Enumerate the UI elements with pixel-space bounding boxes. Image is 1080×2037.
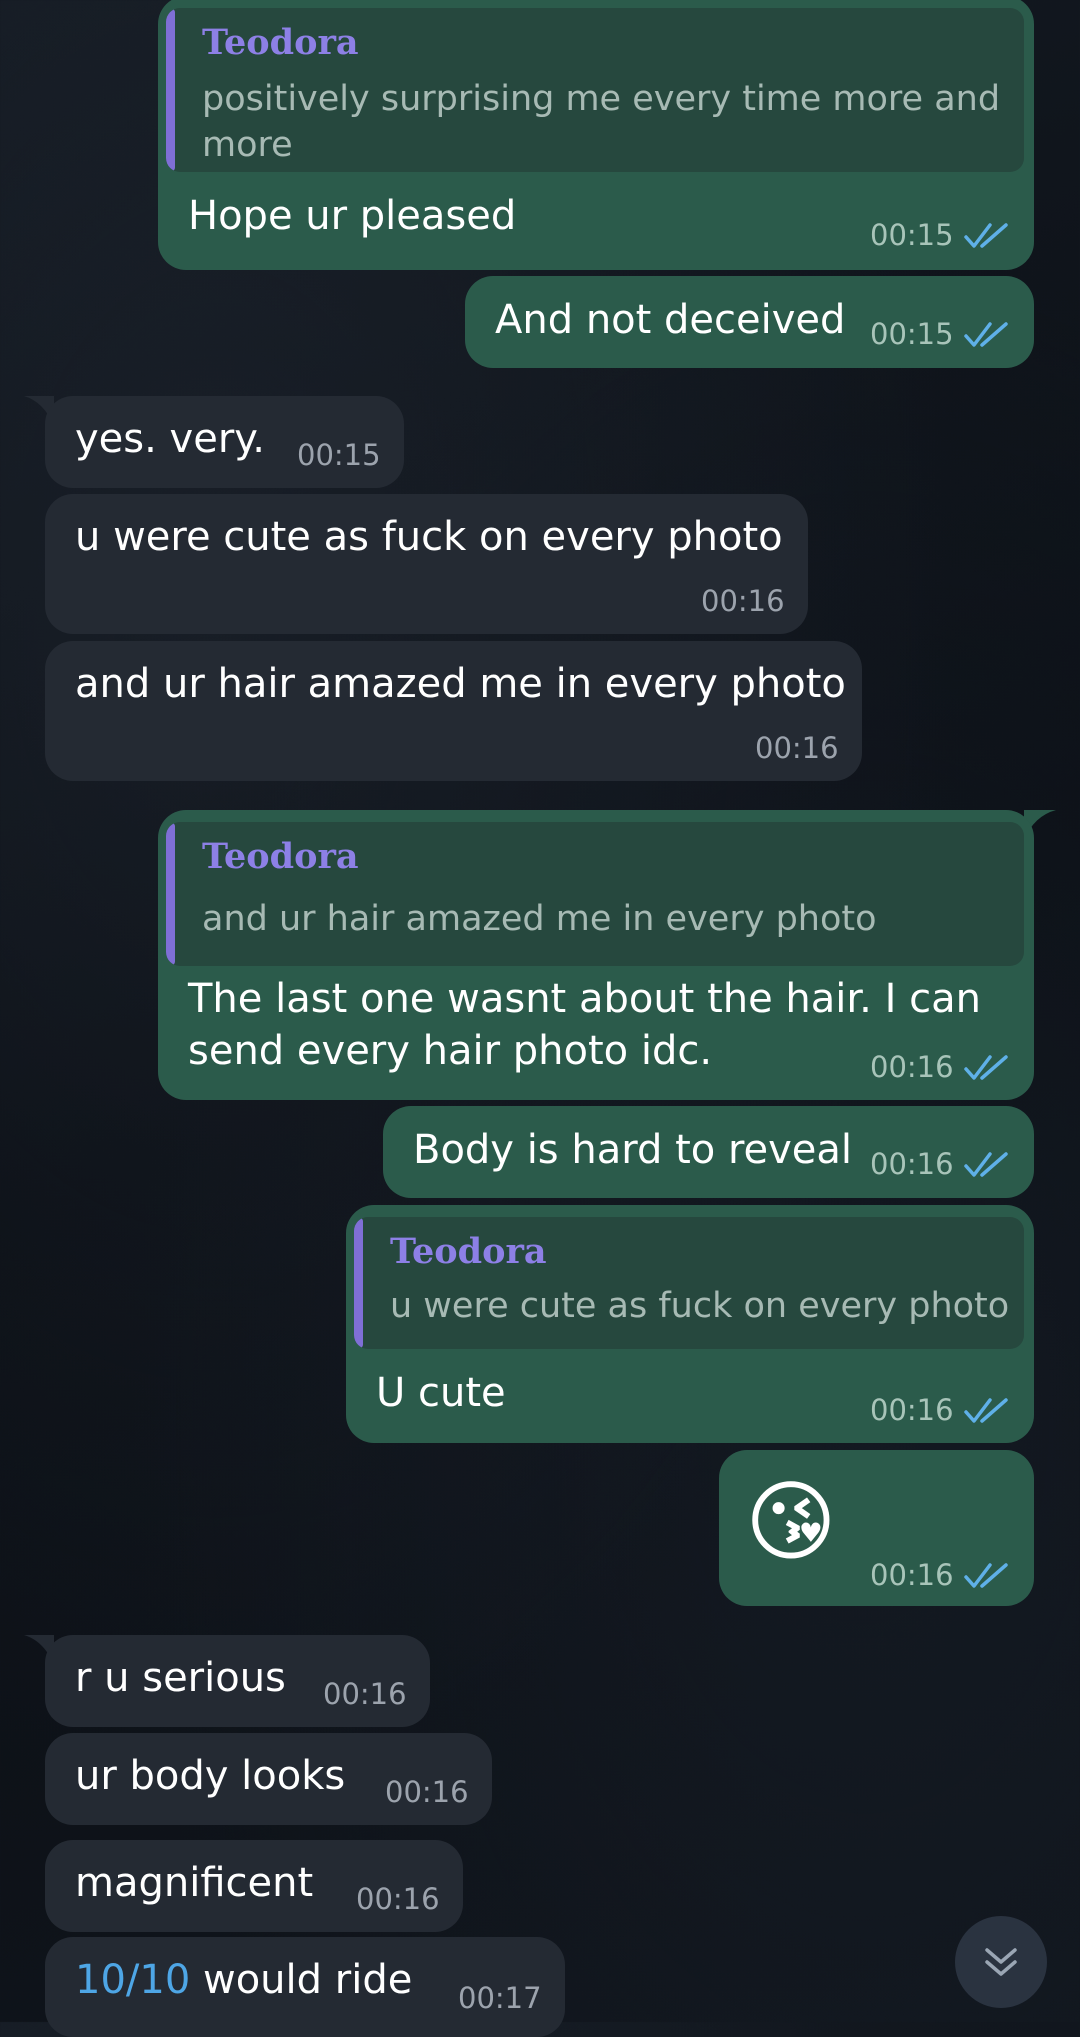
message-time: 00:16 bbox=[870, 1558, 954, 1592]
reply-quote[interactable]: Teodora and ur hair amazed me in every p… bbox=[166, 822, 1024, 966]
double-check-icon bbox=[964, 1398, 1008, 1423]
message-text: 10/10 would ride bbox=[75, 1954, 412, 2006]
double-check-icon bbox=[964, 1563, 1008, 1588]
quote-bar bbox=[166, 822, 175, 966]
outgoing-message[interactable]: 😘 00:16 bbox=[719, 1450, 1034, 1606]
message-text: And not deceived bbox=[495, 297, 846, 343]
message-time: 00:17 bbox=[458, 1981, 542, 2015]
message-text: The last one wasnt about the hair. I can… bbox=[188, 976, 981, 1074]
message-text: r u serious bbox=[75, 1655, 286, 1701]
message-time: 00:16 bbox=[870, 1147, 954, 1181]
outgoing-message[interactable]: Teodora and ur hair amazed me in every p… bbox=[158, 810, 1034, 1100]
incoming-message[interactable]: yes. very. 00:15 bbox=[45, 396, 404, 488]
quote-author: Teodora bbox=[390, 1231, 547, 1272]
message-time: 00:16 bbox=[385, 1775, 469, 1809]
scroll-down-button[interactable] bbox=[955, 1916, 1047, 2008]
quote-text: and ur hair amazed me in every photo bbox=[202, 899, 877, 939]
quote-bar bbox=[166, 8, 175, 172]
incoming-message[interactable]: r u serious 00:16 bbox=[45, 1635, 430, 1727]
double-check-icon bbox=[964, 1152, 1008, 1177]
quote-bar bbox=[354, 1217, 363, 1349]
quote-author: Teodora bbox=[202, 22, 359, 63]
quote-author: Teodora bbox=[202, 836, 359, 877]
message-time: 00:15 bbox=[297, 438, 381, 472]
message-text: Hope ur pleased bbox=[188, 193, 517, 239]
message-text-rest: would ride bbox=[190, 1957, 413, 2003]
message-text: U cute bbox=[376, 1370, 506, 1416]
message-time: 00:15 bbox=[870, 218, 954, 252]
message-time: 00:16 bbox=[356, 1882, 440, 1916]
chevron-down-icon bbox=[985, 1948, 1017, 1976]
emoji: 😘 bbox=[745, 1470, 837, 1573]
message-link[interactable]: 10/10 bbox=[75, 1957, 190, 2003]
message-time: 00:16 bbox=[755, 731, 839, 765]
outgoing-message[interactable]: Body is hard to reveal 00:16 bbox=[383, 1106, 1034, 1198]
message-text: magnificent bbox=[75, 1860, 314, 1906]
double-check-icon bbox=[964, 223, 1008, 248]
message-time: 00:16 bbox=[870, 1050, 954, 1084]
incoming-message[interactable]: ur body looks 00:16 bbox=[45, 1733, 492, 1825]
message-text: yes. very. bbox=[75, 416, 265, 462]
message-time: 00:16 bbox=[870, 1393, 954, 1427]
message-text: ur body looks bbox=[75, 1753, 346, 1799]
outgoing-message[interactable]: And not deceived 00:15 bbox=[465, 276, 1034, 368]
incoming-message[interactable]: and ur hair amazed me in every photo 00:… bbox=[45, 641, 862, 781]
incoming-message[interactable]: magnificent 00:16 bbox=[45, 1840, 463, 1932]
message-time: 00:15 bbox=[870, 317, 954, 351]
outgoing-message[interactable]: Teodora u were cute as fuck on every pho… bbox=[346, 1205, 1034, 1443]
reply-quote[interactable]: Teodora positively surprising me every t… bbox=[166, 8, 1024, 172]
reply-quote[interactable]: Teodora u were cute as fuck on every pho… bbox=[354, 1217, 1024, 1349]
message-time: 00:16 bbox=[323, 1677, 407, 1711]
message-text: and ur hair amazed me in every photo bbox=[75, 661, 846, 707]
double-check-icon bbox=[964, 1055, 1008, 1080]
outgoing-message[interactable]: Teodora positively surprising me every t… bbox=[158, 0, 1034, 270]
incoming-message[interactable]: u were cute as fuck on every photo 00:16 bbox=[45, 494, 808, 634]
incoming-message[interactable]: 10/10 would ride 00:17 bbox=[45, 1937, 565, 2037]
message-text: Body is hard to reveal bbox=[413, 1127, 853, 1173]
quote-text: positively surprising me every time more… bbox=[202, 79, 1001, 165]
message-time: 00:16 bbox=[701, 584, 785, 618]
quote-text: u were cute as fuck on every photo bbox=[390, 1286, 1010, 1326]
double-check-icon bbox=[964, 322, 1008, 347]
message-text: u were cute as fuck on every photo bbox=[75, 514, 783, 560]
